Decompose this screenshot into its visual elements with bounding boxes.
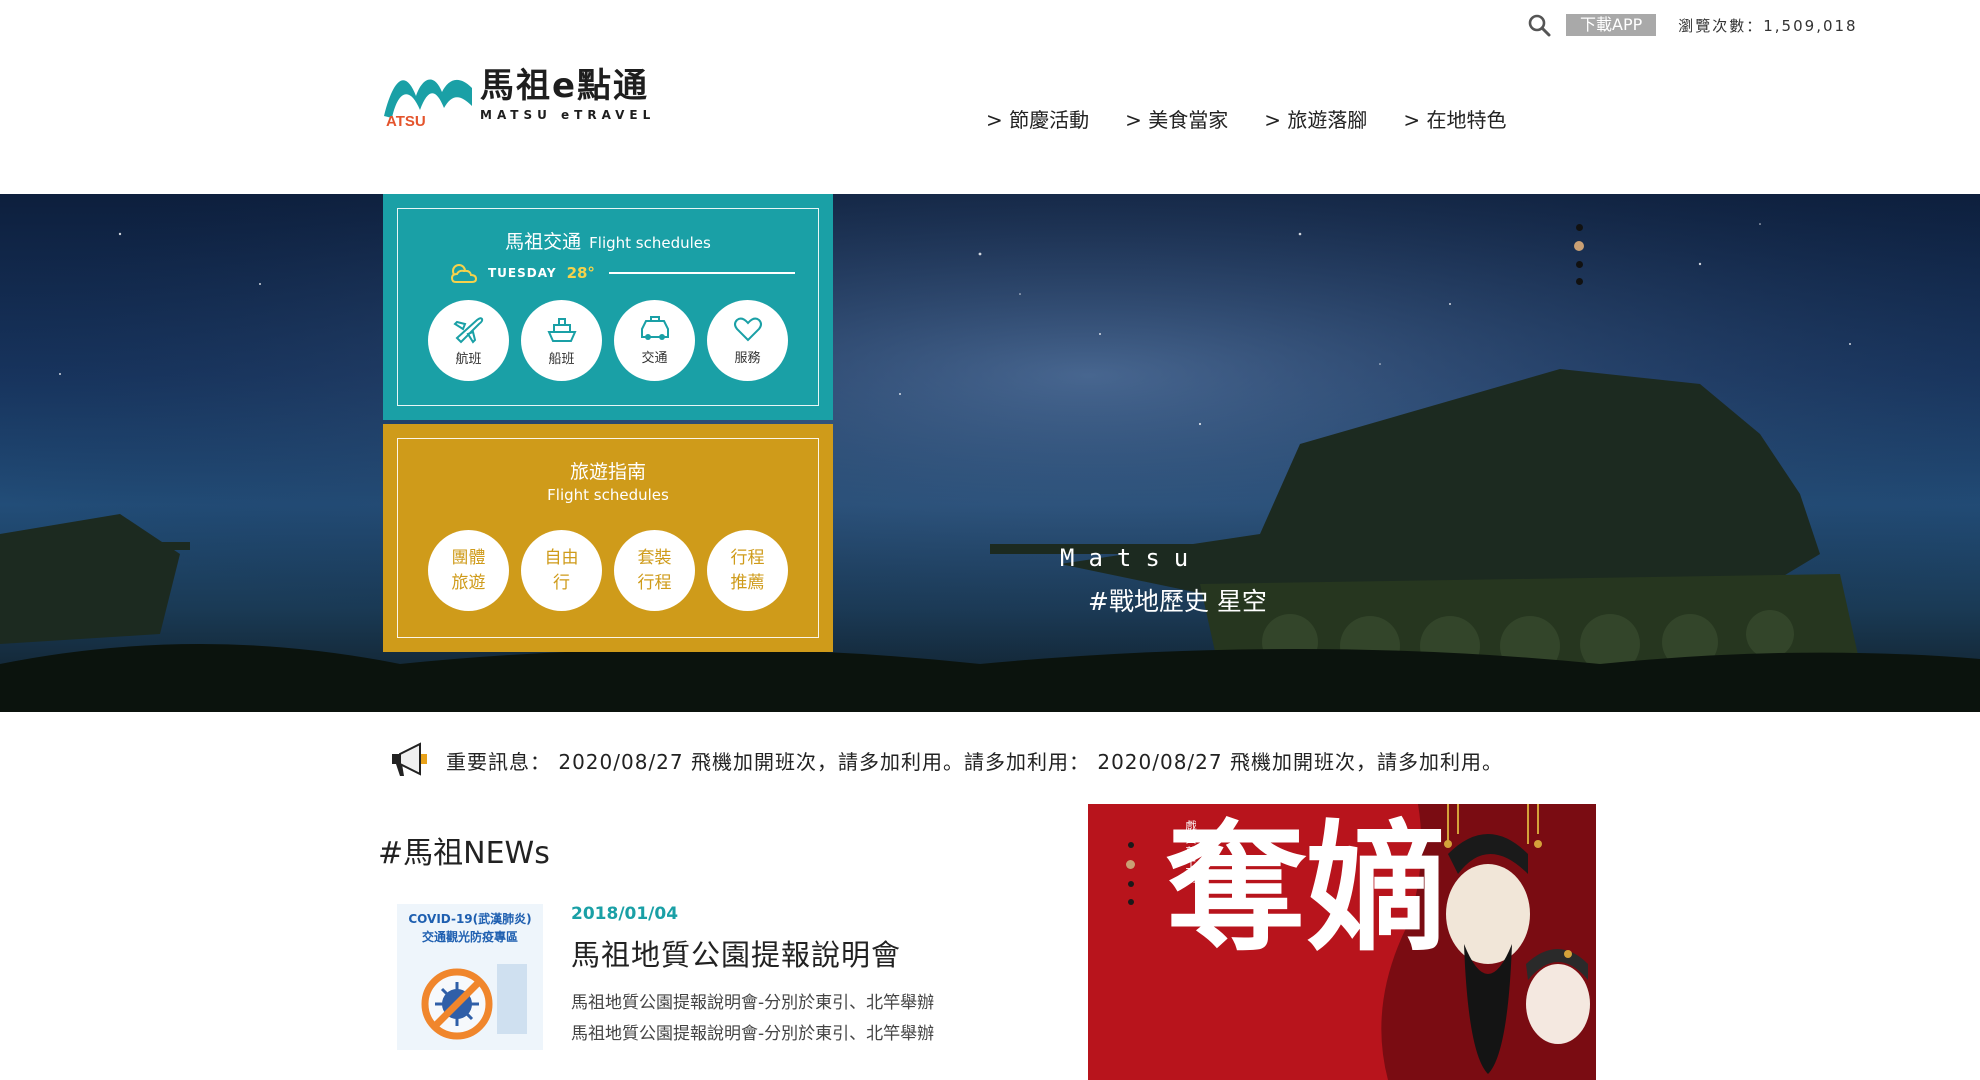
hero-banner[interactable]: Matsu #戰地歷史 星空 xyxy=(0,194,1980,712)
group-tour-label-1: 團體 xyxy=(451,547,486,568)
transport-title-text: 馬祖交通 xyxy=(505,231,582,253)
ship-icon xyxy=(546,318,577,342)
hero-caption-title: Matsu xyxy=(1060,544,1203,572)
megaphone-icon xyxy=(392,742,427,776)
nav-item-local[interactable]: > 在地特色 xyxy=(1403,104,1506,133)
partly-cloudy-icon xyxy=(450,264,478,283)
hero-dot-2[interactable] xyxy=(1574,241,1584,251)
travel-guide-buttons: 團體 旅遊 自由 行 套裝 行程 行程 推薦 xyxy=(398,530,818,611)
recommended-itinerary-label-2: 推薦 xyxy=(730,572,765,593)
announcement-ticker[interactable]: 重要訊息： 2020/08/27 飛機加開班次，請多加利用。請多加利用： 202… xyxy=(386,740,1503,780)
weather-widget: TUESDAY 28° xyxy=(448,262,818,284)
event-banner-title: 奪嫡 xyxy=(1166,807,1447,971)
download-app-button[interactable]: 下載APP xyxy=(1566,14,1657,36)
hero-pagination xyxy=(1574,224,1584,285)
flight-button[interactable]: 航班 xyxy=(428,300,509,381)
heart-icon xyxy=(733,317,762,342)
group-tour-label-2: 旅遊 xyxy=(451,572,486,593)
flight-button-label: 航班 xyxy=(455,352,482,367)
package-tour-label-2: 行程 xyxy=(637,572,672,593)
news-section-title: #馬祖NEWs xyxy=(378,836,550,871)
travel-guide-panel-frame: 旅遊指南 Flight schedules 團體 旅遊 自由 行 套裝 行程 行… xyxy=(397,438,819,638)
recommended-itinerary-label-1: 行程 xyxy=(730,547,765,568)
logo-title: 馬祖e點通 xyxy=(480,66,650,106)
airplane-icon xyxy=(452,317,483,344)
transport-button[interactable]: 交通 xyxy=(614,300,695,381)
transport-panel: 馬祖交通 Flight schedules TUESDAY 28° 航班 船班 … xyxy=(383,194,833,420)
page: 下載APP 瀏覽次數：1,509,018 ATSU 馬祖e點通 MATSU eT… xyxy=(0,0,1980,1080)
ferry-button-label: 船班 xyxy=(548,352,575,367)
transport-panel-title: 馬祖交通 Flight schedules xyxy=(398,227,818,254)
top-bar: 下載APP 瀏覽次數：1,509,018 xyxy=(1524,12,1858,38)
banner-dot-2[interactable] xyxy=(1126,860,1135,869)
logo-mark-icon: ATSU xyxy=(384,79,472,128)
package-tour-label-1: 套裝 xyxy=(637,547,672,568)
hero-background-image xyxy=(0,194,1980,712)
banner-dot-1[interactable] xyxy=(1127,842,1134,848)
weather-day: TUESDAY xyxy=(488,266,557,280)
travel-guide-panel: 旅遊指南 Flight schedules 團體 旅遊 自由 行 套裝 行程 行… xyxy=(383,424,833,652)
free-travel-label-2: 行 xyxy=(553,572,570,593)
site-logo[interactable]: ATSU 馬祖e點通 MATSU eTRAVEL xyxy=(382,66,672,136)
news-description: 馬祖地質公園提報說明會-分別於東引、北竿舉辦 馬祖地質公園提報說明會-分別於東引… xyxy=(571,988,934,1050)
banner-dot-3[interactable] xyxy=(1127,881,1134,887)
service-button[interactable]: 服務 xyxy=(707,300,788,381)
news-description-line1: 馬祖地質公園提報說明會-分別於東引、北竿舉辦 xyxy=(571,993,935,1013)
recommended-itinerary-button[interactable]: 行程 推薦 xyxy=(707,530,788,611)
visit-counter: 瀏覽次數：1,509,018 xyxy=(1678,16,1858,35)
news-date: 2018/01/04 xyxy=(571,904,679,924)
event-banner-subtitle: 戲曲夢工場 xyxy=(1184,820,1197,885)
hero-dot-3[interactable] xyxy=(1575,261,1583,268)
nav-item-lodging[interactable]: > 旅遊落腳 xyxy=(1264,104,1367,133)
taxi-icon xyxy=(640,316,669,340)
no-virus-icon xyxy=(421,964,527,1040)
weather-divider xyxy=(608,272,795,274)
search-icon xyxy=(1528,14,1551,37)
transport-button-label: 交通 xyxy=(641,351,668,366)
hero-dot-1[interactable] xyxy=(1575,224,1583,231)
announcement-text: 重要訊息： 2020/08/27 飛機加開班次，請多加利用。請多加利用： 202… xyxy=(446,749,1503,774)
hero-caption: Matsu #戰地歷史 星空 xyxy=(1060,544,1267,618)
hero-dot-4[interactable] xyxy=(1575,278,1583,285)
banner-dot-4[interactable] xyxy=(1127,899,1134,905)
news-item[interactable]: COVID-19(武漢肺炎) 交通觀光防疫專區 2018/01/04 馬祖地質公… xyxy=(397,904,934,1050)
logo-mark-text: ATSU xyxy=(386,113,426,128)
news-headline[interactable]: 馬祖地質公園提報說明會 xyxy=(571,932,934,974)
banner-pagination xyxy=(1126,842,1135,905)
logo-subtitle: MATSU eTRAVEL xyxy=(480,108,656,122)
transport-subtitle-text: Flight schedules xyxy=(589,234,711,252)
ferry-button[interactable]: 船班 xyxy=(521,300,602,381)
hero-caption-tag: #戰地歷史 星空 xyxy=(1088,587,1267,616)
event-banner[interactable]: 奪嫡 戲曲夢工場 xyxy=(1088,804,1596,1080)
weather-temp: 28° xyxy=(566,264,595,282)
news-thumbnail[interactable]: COVID-19(武漢肺炎) 交通觀光防疫專區 xyxy=(397,904,543,1050)
main-nav: > 節慶活動 > 美食當家 > 旅遊落腳 > 在地特色 xyxy=(986,104,1507,133)
travel-guide-title: 旅遊指南 xyxy=(569,461,646,483)
nav-item-festivals[interactable]: > 節慶活動 xyxy=(986,104,1089,133)
travel-guide-subtitle: Flight schedules xyxy=(547,486,669,504)
group-tour-button[interactable]: 團體 旅遊 xyxy=(428,530,509,611)
transport-buttons: 航班 船班 交通 服務 xyxy=(398,300,818,381)
package-tour-button[interactable]: 套裝 行程 xyxy=(614,530,695,611)
service-button-label: 服務 xyxy=(734,351,761,366)
news-description-line2: 馬祖地質公園提報說明會-分別於東引、北竿舉辦 xyxy=(571,1024,935,1044)
free-travel-button[interactable]: 自由 行 xyxy=(521,530,602,611)
search-button[interactable] xyxy=(1524,10,1554,40)
transport-panel-frame: 馬祖交通 Flight schedules TUESDAY 28° 航班 船班 … xyxy=(397,208,819,406)
news-body: 2018/01/04 馬祖地質公園提報說明會 馬祖地質公園提報說明會-分別於東引… xyxy=(571,904,934,1050)
nav-item-food[interactable]: > 美食當家 xyxy=(1125,104,1228,133)
free-travel-label-1: 自由 xyxy=(544,547,579,568)
